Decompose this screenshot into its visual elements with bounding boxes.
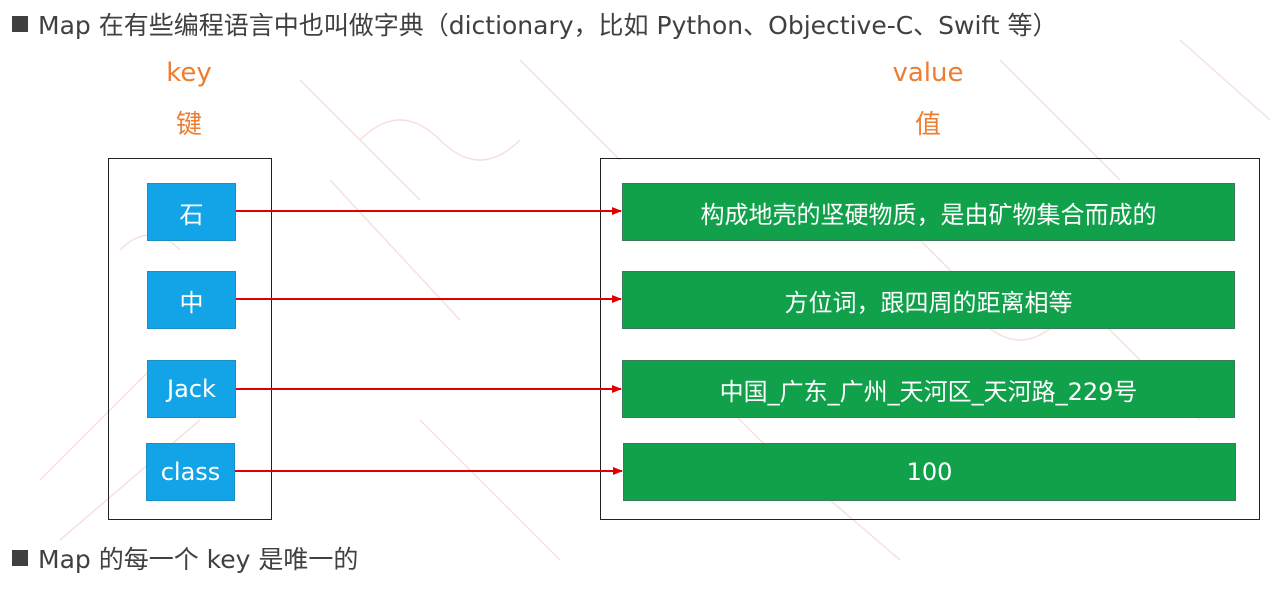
key-box: 中 xyxy=(147,271,236,329)
key-box: 石 xyxy=(147,183,236,241)
key-box: Jack xyxy=(147,360,236,418)
value-box: 构成地壳的坚硬物质，是由矿物集合而成的 xyxy=(622,183,1235,241)
value-box: 方位词，跟四周的距离相等 xyxy=(622,271,1235,329)
value-column-label-cn: 值 xyxy=(914,110,941,140)
bullet-square-icon xyxy=(12,550,28,566)
bullet-map-dictionary: Map 在有些编程语言中也叫做字典（dictionary，比如 Python、O… xyxy=(12,6,1058,42)
key-column-label: key xyxy=(166,58,212,88)
key-column-label-cn: 键 xyxy=(175,110,202,140)
value-column-label: value xyxy=(892,58,964,88)
bullet-key-unique: Map 的每一个 key 是唯一的 xyxy=(12,540,358,576)
bullet-text: Map 在有些编程语言中也叫做字典（dictionary，比如 Python、O… xyxy=(38,11,1058,40)
value-box: 中国_广东_广州_天河区_天河路_229号 xyxy=(622,360,1235,418)
key-box: class xyxy=(146,443,235,501)
bullet-text: Map 的每一个 key 是唯一的 xyxy=(38,545,359,574)
value-box: 100 xyxy=(623,443,1236,501)
bullet-square-icon xyxy=(12,16,28,32)
